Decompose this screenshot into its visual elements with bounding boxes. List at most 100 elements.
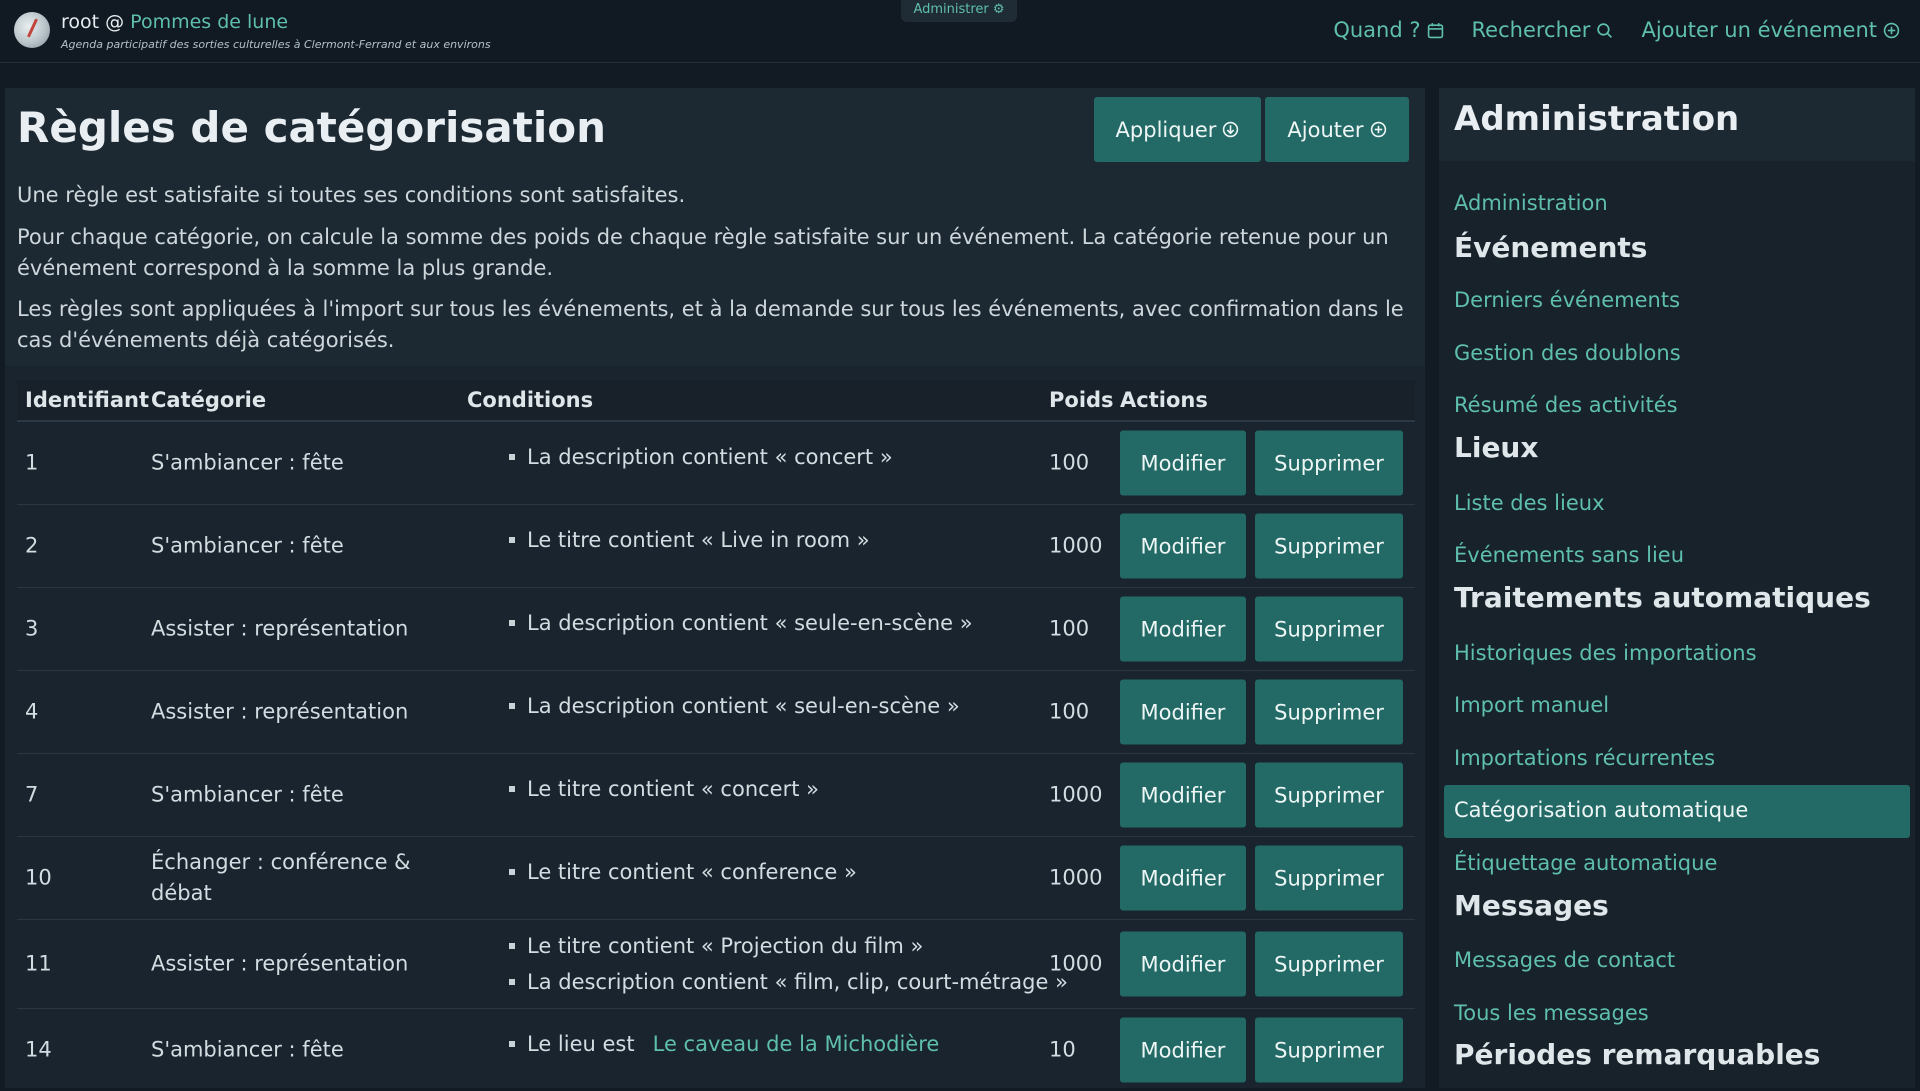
modify-button[interactable]: Modifier xyxy=(1120,762,1246,828)
place-link[interactable]: Le caveau de la Michodière xyxy=(653,1026,940,1062)
delete-button[interactable]: Supprimer xyxy=(1255,931,1403,997)
nav-when-label: Quand ? xyxy=(1333,18,1421,42)
condition-item: Le titre contient « Projection du film » xyxy=(467,928,1068,964)
condition-text: Le lieu est xyxy=(527,1032,635,1056)
plus-circle-icon xyxy=(1883,22,1900,38)
plus-circle-icon xyxy=(1370,121,1386,138)
cell-category: Assister : représentation xyxy=(151,951,409,976)
cell-category: S'ambiancer : fête xyxy=(151,533,344,558)
site-name-link[interactable]: Pommes de lune xyxy=(130,11,288,33)
delete-button[interactable]: Supprimer xyxy=(1255,596,1403,662)
header-actions: Actions xyxy=(1120,388,1208,412)
cell-weight: 100 xyxy=(1049,699,1090,724)
arrow-down-circle-icon xyxy=(1223,121,1239,138)
delete-button[interactable]: Supprimer xyxy=(1255,1017,1403,1083)
delete-button[interactable]: Supprimer xyxy=(1255,762,1403,828)
sidebar-item-import-history[interactable]: Historiques des importations xyxy=(1454,641,1757,665)
table-row: 10 Échanger : conférence & débat Le titr… xyxy=(17,837,1415,920)
table-row: 1 S'ambiancer : fête La description cont… xyxy=(17,422,1415,505)
sidebar-item-auto-categorization[interactable]: Catégorisation automatique xyxy=(1444,785,1910,838)
nav-when[interactable]: Quand ? xyxy=(1333,18,1443,42)
cell-actions: Modifier Supprimer xyxy=(1120,931,1403,997)
delete-button[interactable]: Supprimer xyxy=(1255,679,1403,745)
sidebar-item-recurring-imports[interactable]: Importations récurrentes xyxy=(1454,746,1715,770)
admin-tab-label: Administrer xyxy=(913,2,989,17)
table-row: 2 S'ambiancer : fête Le titre contient «… xyxy=(17,505,1415,588)
sidebar-header: Administration xyxy=(1439,88,1915,161)
cell-weight: 1000 xyxy=(1049,951,1103,976)
condition-item: Le titre contient « concert » xyxy=(467,771,819,807)
nav-search[interactable]: Rechercher xyxy=(1472,18,1614,42)
cell-category: S'ambiancer : fête xyxy=(151,450,344,475)
sidebar-item-latest-events[interactable]: Derniers événements xyxy=(1454,288,1680,312)
page-title: Règles de catégorisation xyxy=(17,103,606,152)
cell-category: Assister : représentation xyxy=(151,699,409,724)
table-row: 14 S'ambiancer : fête Le lieu est Le cav… xyxy=(17,1009,1415,1091)
nav-search-label: Rechercher xyxy=(1471,18,1591,42)
condition-item: La description contient « film, clip, co… xyxy=(467,964,1068,1000)
sidebar-item-all-messages[interactable]: Tous les messages xyxy=(1454,1001,1649,1025)
cell-conditions: La description contient « concert » xyxy=(467,439,893,475)
cell-weight: 10 xyxy=(1049,1037,1076,1062)
rules-panel-header: Règles de catégorisation Appliquer Ajout… xyxy=(5,88,1425,366)
condition-item: La description contient « seul-en-scène … xyxy=(467,688,960,724)
admin-sidebar: Administration Administration Événements… xyxy=(1439,88,1915,1088)
admin-tab[interactable]: Administrer ⚙ xyxy=(901,0,1017,22)
delete-button[interactable]: Supprimer xyxy=(1255,845,1403,911)
condition-item: La description contient « concert » xyxy=(467,439,893,475)
cell-weight: 1000 xyxy=(1049,865,1103,890)
modify-button[interactable]: Modifier xyxy=(1120,596,1246,662)
nav-add-event[interactable]: Ajouter un événement xyxy=(1641,18,1900,42)
sidebar-item-events-without-place[interactable]: Événements sans lieu xyxy=(1454,543,1684,567)
sidebar-item-duplicates[interactable]: Gestion des doublons xyxy=(1454,341,1681,365)
modify-button[interactable]: Modifier xyxy=(1120,430,1246,496)
sidebar-item-places-list[interactable]: Liste des lieux xyxy=(1454,491,1605,515)
rules-table: Identifiant Catégorie Conditions Poids A… xyxy=(17,380,1415,1091)
sidebar-item-activity[interactable]: Résumé des activités xyxy=(1454,393,1678,417)
header-category: Catégorie xyxy=(151,388,267,412)
condition-item: Le titre contient « Live in room » xyxy=(467,522,870,558)
apply-button[interactable]: Appliquer xyxy=(1094,97,1261,162)
cell-conditions: Le titre contient « conference » xyxy=(467,854,857,890)
modify-button[interactable]: Modifier xyxy=(1120,679,1246,745)
cell-actions: Modifier Supprimer xyxy=(1120,762,1403,828)
rules-panel: Règles de catégorisation Appliquer Ajout… xyxy=(5,88,1425,1088)
header-id: Identifiant xyxy=(25,388,150,412)
cell-conditions: Le lieu est Le caveau de la Michodière xyxy=(467,1026,939,1062)
sidebar-item-manual-import[interactable]: Import manuel xyxy=(1454,693,1609,717)
cell-weight: 100 xyxy=(1049,616,1090,641)
cell-category: Échanger : conférence & débat xyxy=(151,850,411,905)
cell-conditions: Le titre contient « concert » xyxy=(467,771,819,807)
table-header: Identifiant Catégorie Conditions Poids A… xyxy=(17,380,1415,422)
modify-button[interactable]: Modifier xyxy=(1120,513,1246,579)
add-rule-button[interactable]: Ajouter xyxy=(1265,97,1409,162)
tagline: Agenda participatif des sorties culturel… xyxy=(61,38,491,51)
calendar-icon xyxy=(1427,22,1443,38)
cell-id: 14 xyxy=(25,1037,52,1062)
modify-button[interactable]: Modifier xyxy=(1120,845,1246,911)
sidebar-item-auto-tagging[interactable]: Étiquettage automatique xyxy=(1454,851,1717,875)
header-weight: Poids xyxy=(1049,388,1114,412)
condition-item: Le titre contient « conference » xyxy=(467,854,857,890)
cell-category: S'ambiancer : fête xyxy=(151,1037,344,1062)
sidebar-item-auto-categorization-label: Catégorisation automatique xyxy=(1454,798,1749,822)
table-row: 3 Assister : représentation La descripti… xyxy=(17,588,1415,671)
modify-button[interactable]: Modifier xyxy=(1120,1017,1246,1083)
sidebar-title: Administration xyxy=(1454,99,1740,139)
delete-button[interactable]: Supprimer xyxy=(1255,513,1403,579)
table-row: 7 S'ambiancer : fête Le titre contient «… xyxy=(17,754,1415,837)
cell-conditions: La description contient « seul-en-scène … xyxy=(467,688,960,724)
user-label: root @ xyxy=(61,11,131,33)
cell-conditions: La description contient « seule-en-scène… xyxy=(467,605,973,641)
site-logo[interactable] xyxy=(14,12,50,48)
delete-button[interactable]: Supprimer xyxy=(1255,430,1403,496)
sidebar-item-administration[interactable]: Administration xyxy=(1454,191,1608,215)
cell-id: 4 xyxy=(25,699,39,724)
description-1: Une règle est satisfaite si toutes ses c… xyxy=(17,183,686,207)
cell-actions: Modifier Supprimer xyxy=(1120,679,1403,745)
sidebar-section-automation: Traitements automatiques xyxy=(1454,581,1871,614)
sidebar-item-contact-messages[interactable]: Messages de contact xyxy=(1454,948,1675,972)
modify-button[interactable]: Modifier xyxy=(1120,931,1246,997)
description-2: Pour chaque catégorie, on calcule la som… xyxy=(17,225,1389,280)
cell-category: S'ambiancer : fête xyxy=(151,782,344,807)
